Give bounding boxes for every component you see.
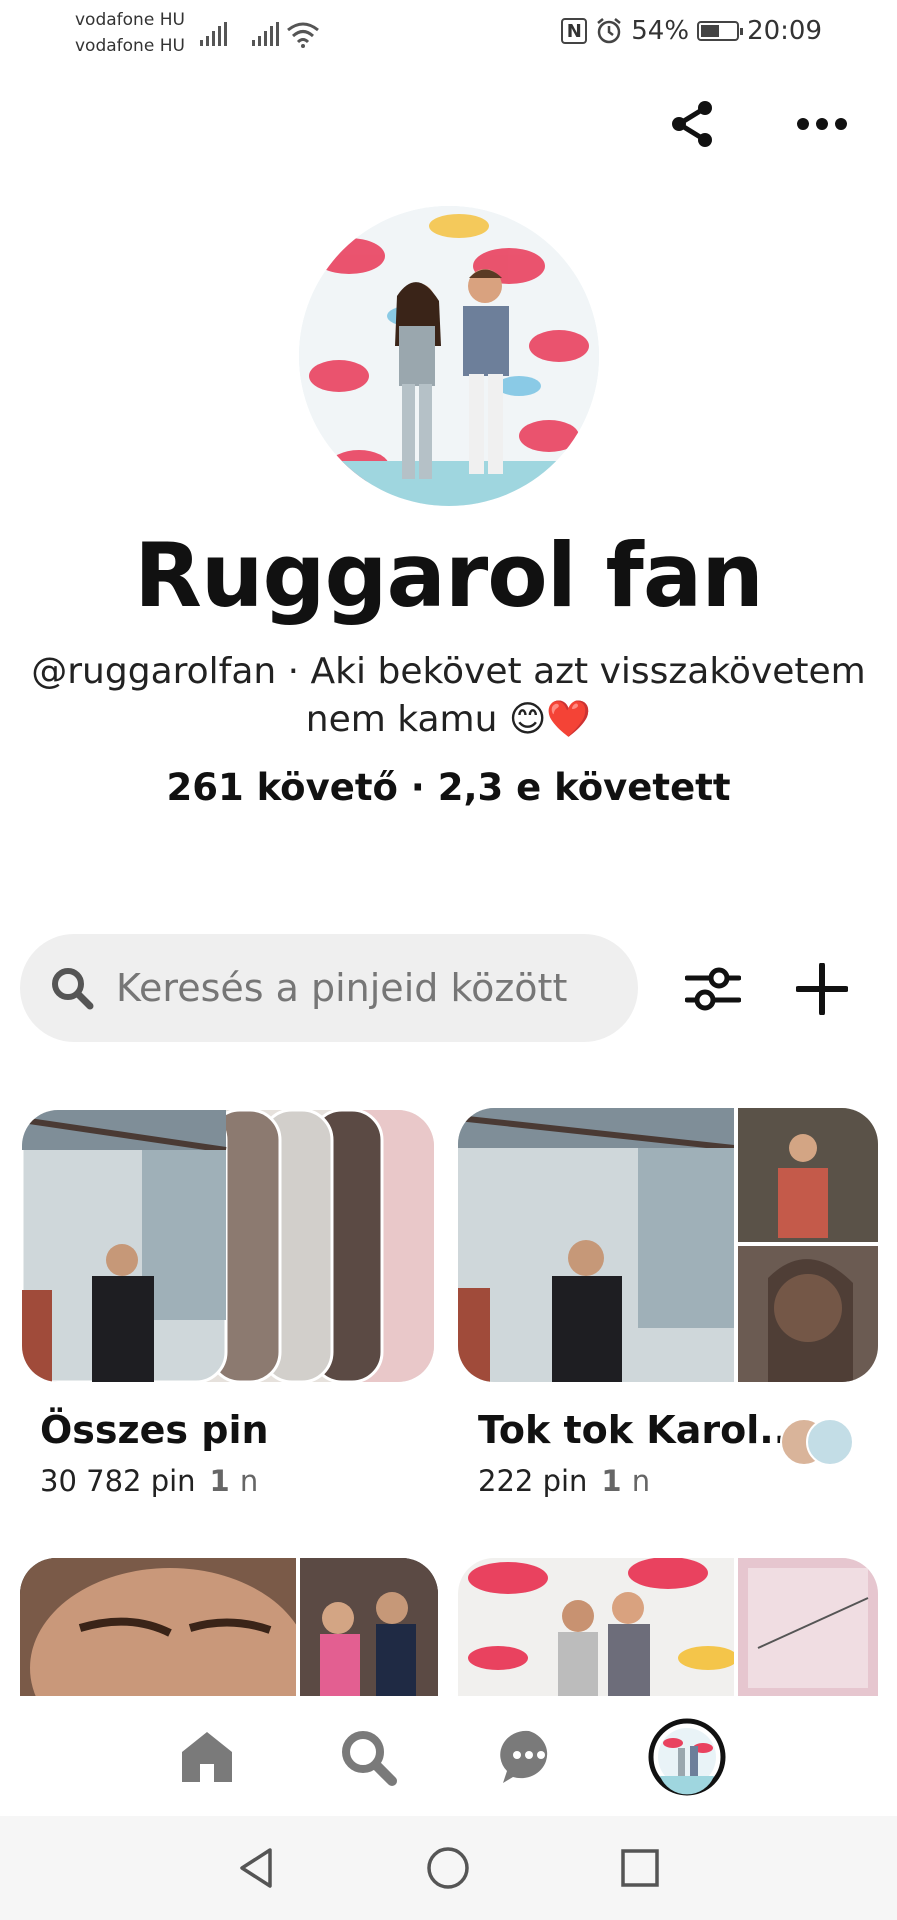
- home-circle-icon: [427, 1847, 469, 1889]
- carrier-label-2: vodafone HU: [75, 36, 185, 56]
- board-pin-count-1: 30 782 pin: [40, 1464, 196, 1498]
- home-icon: [182, 1732, 232, 1782]
- board-age-num-2: 1: [601, 1464, 622, 1498]
- carrier-label-1: vodafone HU: [75, 10, 185, 30]
- more-icon: [797, 118, 847, 130]
- profile-name: Ruggarol fan: [134, 524, 764, 627]
- board-meta-2: 222 pin 1 n: [478, 1464, 650, 1498]
- plus-icon: [796, 963, 848, 1015]
- board-age-unit-1: n: [239, 1464, 259, 1498]
- system-navigation-bar: [0, 1816, 897, 1920]
- status-right-group: N 54% 20:09: [561, 16, 822, 46]
- search-icon: [342, 1731, 397, 1786]
- wifi-icon: [287, 22, 319, 48]
- nav-home[interactable]: [172, 1722, 242, 1792]
- signal-icon: [200, 22, 227, 46]
- bio-line-2: nem kamu 😊❤️: [305, 699, 592, 740]
- sliders-icon: [685, 967, 741, 1011]
- pin-search-bar[interactable]: [20, 934, 638, 1042]
- nav-messages[interactable]: [494, 1722, 564, 1792]
- board-age-unit-2: n: [631, 1464, 651, 1498]
- share-button[interactable]: [661, 92, 725, 156]
- search-icon: [52, 968, 94, 1010]
- nfc-icon: N: [561, 18, 588, 44]
- filter-button[interactable]: [678, 954, 748, 1024]
- nav-search[interactable]: [333, 1722, 403, 1792]
- board-pin-count-2: 222 pin: [478, 1464, 588, 1498]
- board-cover-image-1: [22, 1110, 434, 1382]
- follow-stats[interactable]: 261 követő · 2,3 e követett: [0, 766, 897, 809]
- board-cover-4[interactable]: [458, 1558, 878, 1698]
- more-options-button[interactable]: [790, 92, 854, 156]
- board-cover-image-4: [458, 1558, 878, 1698]
- battery-percent: 54%: [631, 16, 690, 46]
- board-title-2: Tok tok Karol...: [478, 1408, 803, 1452]
- collaborator-avatar-2: [806, 1418, 854, 1466]
- status-bar: vodafone HU vodafone HU N 54% 20:09: [0, 0, 897, 68]
- battery-icon: [697, 21, 744, 41]
- recents-icon: [621, 1849, 659, 1887]
- bio-line-1: @ruggarolfan · Aki bekövet azt visszaköv…: [31, 651, 866, 692]
- recents-button[interactable]: [616, 1844, 664, 1892]
- alarm-icon: [597, 18, 622, 44]
- board-cover-image-3: [20, 1558, 438, 1698]
- messages-icon: [500, 1730, 548, 1783]
- profile-photo: [299, 206, 599, 506]
- board-cover-image-2: [458, 1108, 878, 1382]
- clock: 20:09: [747, 16, 822, 46]
- profile-bio: @ruggarolfan · Aki bekövet azt visszaköv…: [20, 648, 877, 744]
- board-cover-1[interactable]: [22, 1110, 434, 1382]
- home-system-button[interactable]: [424, 1844, 472, 1892]
- board-cover-3[interactable]: [20, 1558, 438, 1698]
- profile-avatar-large[interactable]: [299, 206, 599, 506]
- back-icon: [240, 1848, 272, 1888]
- board-cover-2[interactable]: [458, 1108, 878, 1382]
- collaborator-avatars[interactable]: [780, 1418, 860, 1466]
- share-icon: [672, 101, 712, 147]
- signal-icon-2: [252, 22, 279, 46]
- bottom-navigation: [0, 1696, 897, 1816]
- search-input[interactable]: [114, 965, 618, 1011]
- board-title-1: Összes pin: [40, 1408, 269, 1452]
- back-button[interactable]: [232, 1844, 280, 1892]
- board-meta-1: 30 782 pin 1 n: [40, 1464, 258, 1498]
- profile-avatar: [648, 1718, 726, 1796]
- nav-profile[interactable]: [648, 1718, 726, 1796]
- board-age-num-1: 1: [209, 1464, 230, 1498]
- create-button[interactable]: [787, 954, 857, 1024]
